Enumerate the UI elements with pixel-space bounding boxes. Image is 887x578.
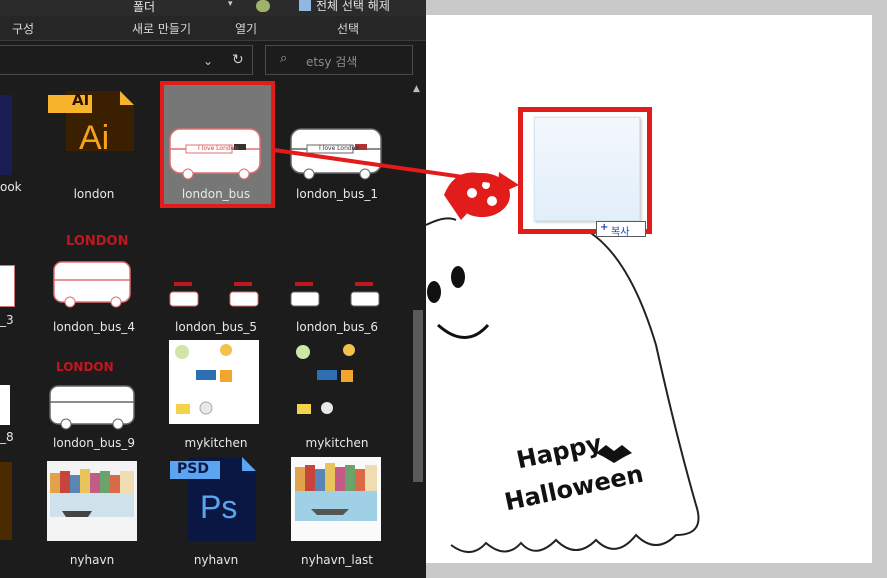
drag-arrow-icon <box>273 148 519 195</box>
